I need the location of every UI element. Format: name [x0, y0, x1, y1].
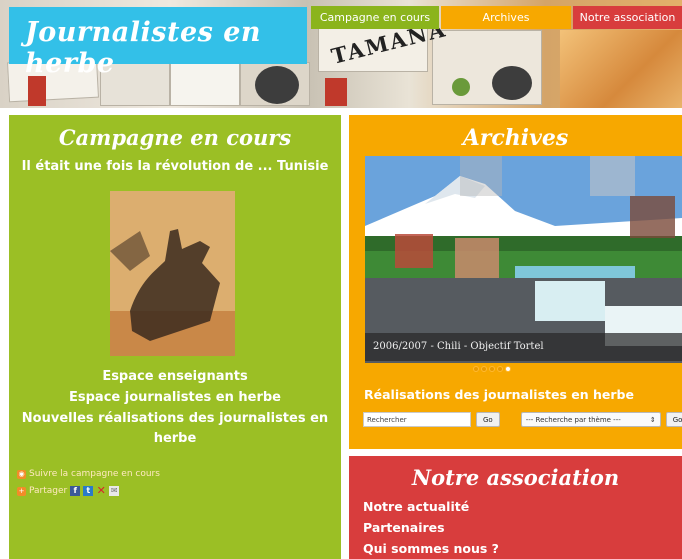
twitter-icon[interactable]: t [83, 486, 94, 496]
link-espace-enseignants[interactable]: Espace enseignants [19, 367, 331, 387]
site-logo[interactable]: Journalistes en herbe [9, 7, 307, 79]
slide-dot[interactable] [473, 366, 479, 372]
link-qui-sommes-nous[interactable]: Qui sommes nous ? [363, 538, 499, 559]
archives-subtitle[interactable]: Réalisations des journalistes en herbe [364, 387, 634, 402]
nav-archives[interactable]: Archives [441, 6, 571, 29]
slide-dot[interactable] [497, 366, 503, 372]
slide-caption: 2006/2007 - Chili - Objectif Tortel [365, 333, 682, 361]
association-panel: Notre association Notre actualité Parten… [349, 456, 682, 559]
search-go-button[interactable]: Go [476, 412, 500, 427]
campaign-title: Campagne en cours [58, 125, 292, 150]
archives-panel: Archives 2006/2007 - Chili - Objectif To… [349, 115, 682, 449]
follow-label: Suivre la campagne en cours [29, 469, 160, 479]
site-header: TAMANA Journalistes en herbe Campagne en… [0, 0, 682, 108]
archives-search-row: Go --- Recherche par thème --- ⇕ Go [363, 412, 682, 427]
share-row: + Partager f t ✕ ✉ [17, 485, 120, 496]
slide-pagination [473, 366, 511, 372]
share-icon: + [17, 486, 26, 496]
theme-go-button[interactable]: Go [665, 412, 682, 427]
campaign-photo[interactable] [110, 191, 235, 356]
archives-title: Archives [462, 125, 569, 151]
link-espace-journalistes[interactable]: Espace journalistes en herbe [19, 388, 331, 408]
close-x-icon[interactable]: ✕ [96, 485, 106, 496]
association-title: Notre association [411, 465, 620, 490]
archive-search-input[interactable] [363, 412, 471, 427]
rss-icon: ◉ [17, 469, 26, 479]
link-notre-actualite[interactable]: Notre actualité [363, 496, 499, 517]
email-icon[interactable]: ✉ [109, 486, 120, 496]
campaign-links: Espace enseignants Espace journalistes e… [19, 367, 331, 449]
logo-text: Journalistes en herbe [25, 17, 262, 79]
association-links: Notre actualité Partenaires Qui sommes n… [363, 496, 499, 559]
nav-campagne[interactable]: Campagne en cours [311, 6, 439, 29]
theme-select-value: --- Recherche par thème --- [525, 415, 621, 424]
link-nouvelles-realisations[interactable]: Nouvelles réalisations des journalistes … [19, 409, 331, 449]
nav-association[interactable]: Notre association [573, 6, 682, 29]
archives-slideshow[interactable] [365, 156, 682, 363]
facebook-icon[interactable]: f [70, 486, 81, 496]
share-label: Partager [29, 486, 68, 496]
follow-campaign[interactable]: ◉ Suivre la campagne en cours [17, 469, 160, 479]
campaign-subtitle[interactable]: Il était une fois la révolution de ... T… [9, 159, 341, 174]
select-arrows-icon: ⇕ [649, 415, 656, 424]
link-partenaires[interactable]: Partenaires [363, 517, 499, 538]
slide-dot[interactable] [481, 366, 487, 372]
slide-dot-active[interactable] [505, 366, 511, 372]
slide-dot[interactable] [489, 366, 495, 372]
theme-select[interactable]: --- Recherche par thème --- ⇕ [520, 412, 661, 427]
campaign-panel: Campagne en cours Il était une fois la r… [9, 115, 341, 559]
